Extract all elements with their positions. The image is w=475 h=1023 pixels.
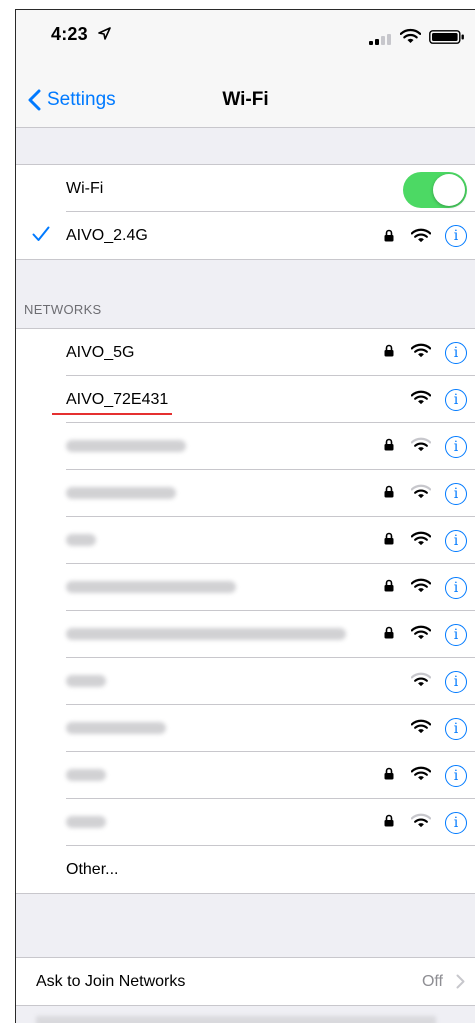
redacted-network-name: [66, 440, 186, 452]
network-row[interactable]: i: [16, 517, 475, 564]
info-icon[interactable]: i: [445, 341, 467, 364]
info-icon[interactable]: i: [445, 717, 467, 740]
info-icon[interactable]: i: [445, 529, 467, 552]
annotation-underline: [52, 413, 172, 415]
wifi-signal-icon: [410, 531, 432, 551]
redacted-network-name: [66, 769, 106, 781]
wifi-signal-icon: [410, 343, 432, 363]
network-status-icons: i: [384, 329, 467, 376]
info-icon[interactable]: i: [445, 435, 467, 458]
lock-icon: [384, 229, 394, 242]
other-network-label: Other...: [66, 860, 119, 878]
lock-icon: [384, 485, 394, 503]
wifi-signal-icon: [410, 719, 432, 739]
network-name: AIVO_72E431: [66, 390, 169, 408]
wifi-toggle-row: Wi-Fi: [16, 165, 475, 212]
info-icon[interactable]: i: [445, 482, 467, 505]
navigation-bar: Settings Wi-Fi: [16, 58, 475, 128]
lock-icon: [384, 626, 394, 644]
networks-section-header: NETWORKS: [24, 302, 102, 317]
time-text: 4:23: [51, 24, 88, 44]
network-status-icons: i: [384, 564, 467, 611]
checkmark-icon: [32, 226, 50, 241]
wifi-toggle-label: Wi-Fi: [66, 179, 104, 197]
network-row[interactable]: i: [16, 564, 475, 611]
network-status-icons: i: [410, 658, 467, 705]
ask-to-join-row[interactable]: Ask to Join Networks Off: [16, 958, 475, 1005]
connected-network-row[interactable]: AIVO_2.4G i: [16, 212, 475, 259]
battery-icon: [429, 30, 464, 44]
network-row[interactable]: i: [16, 423, 475, 470]
network-status-icons: i: [384, 611, 467, 658]
wifi-signal-icon: [410, 625, 432, 645]
page-title: Wi-Fi: [222, 89, 269, 110]
network-row[interactable]: i: [16, 799, 475, 846]
wifi-toggle-switch[interactable]: [403, 172, 467, 208]
info-icon[interactable]: i: [445, 623, 467, 646]
redacted-network-name: [66, 487, 176, 499]
redacted-network-name: [66, 628, 346, 640]
wifi-signal-icon: [410, 672, 432, 692]
redacted-network-name: [66, 816, 106, 828]
screen-frame: 4:23 Settings Wi-Fi Wi-Fi AIVO_2.4G i NE…: [15, 9, 475, 1023]
network-row[interactable]: i: [16, 470, 475, 517]
redacted-network-name: [66, 581, 236, 593]
network-status-icons: i: [410, 376, 467, 423]
lock-icon: [384, 814, 394, 832]
wifi-section: Wi-Fi AIVO_2.4G i: [16, 164, 475, 260]
network-status-icons: i: [384, 212, 467, 259]
lock-icon: [384, 579, 394, 597]
info-icon[interactable]: i: [445, 388, 467, 411]
info-icon[interactable]: i: [445, 576, 467, 599]
connected-network-name: AIVO_2.4G: [66, 226, 148, 244]
info-icon[interactable]: i: [445, 811, 467, 834]
wifi-signal-icon: [410, 766, 432, 786]
other-network-row[interactable]: Other...: [16, 846, 475, 893]
location-arrow-icon: [98, 27, 111, 40]
ask-to-join-value: Off: [421, 972, 443, 990]
wifi-status-icon: [400, 28, 421, 43]
networks-list: AIVO_5G i AIVO_72E431 i i i i i i i i i i Other...: [16, 328, 475, 894]
network-row[interactable]: i: [16, 752, 475, 799]
network-status-icons: i: [384, 752, 467, 799]
ask-to-join-section: Ask to Join Networks Off: [16, 957, 475, 1006]
lock-icon: [384, 438, 394, 456]
chevron-right-icon: [456, 974, 465, 989]
footer-description: [36, 1016, 436, 1023]
network-row[interactable]: i: [16, 658, 475, 705]
ask-to-join-label: Ask to Join Networks: [36, 972, 186, 990]
network-row[interactable]: i: [16, 611, 475, 658]
cellular-signal-icon: [369, 34, 391, 45]
info-icon[interactable]: i: [445, 670, 467, 693]
lock-icon: [384, 767, 394, 785]
network-status-icons: i: [384, 517, 467, 564]
wifi-signal-icon: [410, 390, 432, 410]
toggle-knob: [433, 174, 465, 206]
info-icon[interactable]: i: [445, 764, 467, 787]
wifi-signal-icon: [410, 484, 432, 504]
redacted-network-name: [66, 534, 96, 546]
wifi-signal-icon: [410, 437, 432, 457]
network-row[interactable]: i: [16, 705, 475, 752]
network-status-icons: i: [410, 705, 467, 752]
status-bar: 4:23: [16, 10, 475, 58]
network-row[interactable]: AIVO_5G i: [16, 329, 475, 376]
redacted-network-name: [66, 722, 166, 734]
network-name: AIVO_5G: [66, 343, 135, 361]
lock-icon: [384, 344, 394, 362]
network-status-icons: i: [384, 470, 467, 517]
wifi-signal-icon: [410, 578, 432, 598]
wifi-signal-icon: [410, 813, 432, 833]
redacted-network-name: [66, 675, 106, 687]
network-status-icons: i: [384, 799, 467, 846]
status-time: 4:23: [51, 24, 111, 45]
network-row[interactable]: AIVO_72E431 i: [16, 376, 475, 423]
info-icon[interactable]: i: [445, 224, 467, 247]
lock-icon: [384, 532, 394, 550]
network-status-icons: i: [384, 423, 467, 470]
wifi-signal-icon: [411, 228, 431, 243]
